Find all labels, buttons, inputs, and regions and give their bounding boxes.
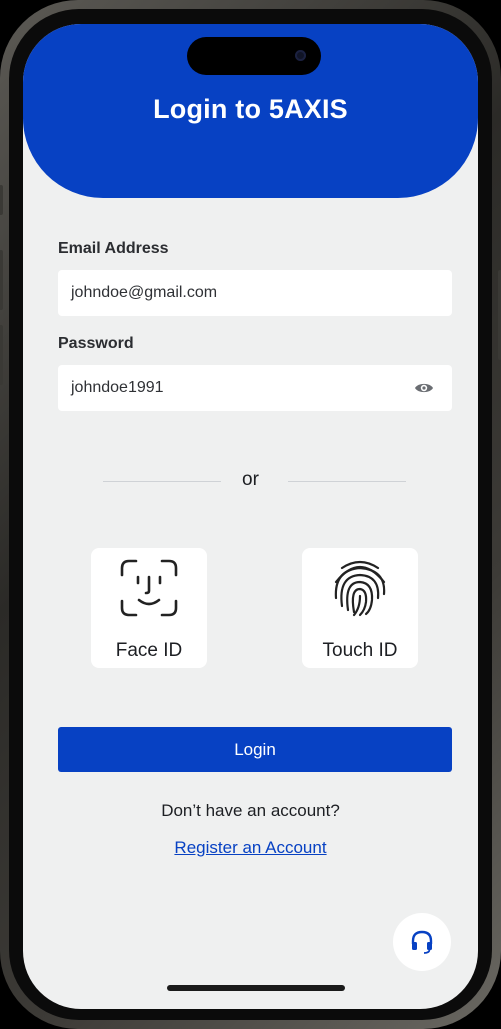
or-text: or [242, 469, 259, 490]
face-id-label: Face ID [115, 640, 183, 661]
divider-right [288, 481, 406, 482]
dynamic-island [187, 37, 321, 75]
password-label: Password [58, 335, 134, 352]
phone-frame: Login to 5AXIS Email Address johndoe@gma… [0, 0, 501, 1029]
email-label: Email Address [58, 240, 169, 257]
password-field[interactable]: johndoe1991 [58, 365, 452, 411]
action-button [0, 185, 3, 215]
fingerprint-icon [334, 560, 386, 617]
header: Login to 5AXIS [23, 24, 478, 198]
volume-down-button [0, 325, 3, 385]
email-value: johndoe@gmail.com [71, 284, 218, 301]
volume-up-button [0, 250, 3, 310]
password-value: johndoe1991 [71, 379, 164, 396]
page-title: Login to 5AXIS [153, 94, 348, 124]
register-link[interactable]: Register an Account [23, 838, 478, 858]
face-id-button[interactable]: Face ID [91, 548, 207, 668]
eye-icon[interactable] [414, 380, 434, 396]
no-account-text: Don’t have an account? [161, 801, 340, 820]
screen: Login to 5AXIS Email Address johndoe@gma… [23, 24, 478, 1009]
support-button[interactable] [393, 913, 451, 971]
email-field[interactable]: johndoe@gmail.com [58, 270, 452, 316]
face-id-icon [120, 559, 178, 617]
headset-icon [411, 930, 433, 954]
login-button[interactable]: Login [58, 727, 452, 772]
touch-id-label: Touch ID [322, 640, 398, 661]
touch-id-button[interactable]: Touch ID [302, 548, 418, 668]
camera-icon [295, 50, 306, 61]
home-indicator[interactable] [167, 985, 345, 991]
